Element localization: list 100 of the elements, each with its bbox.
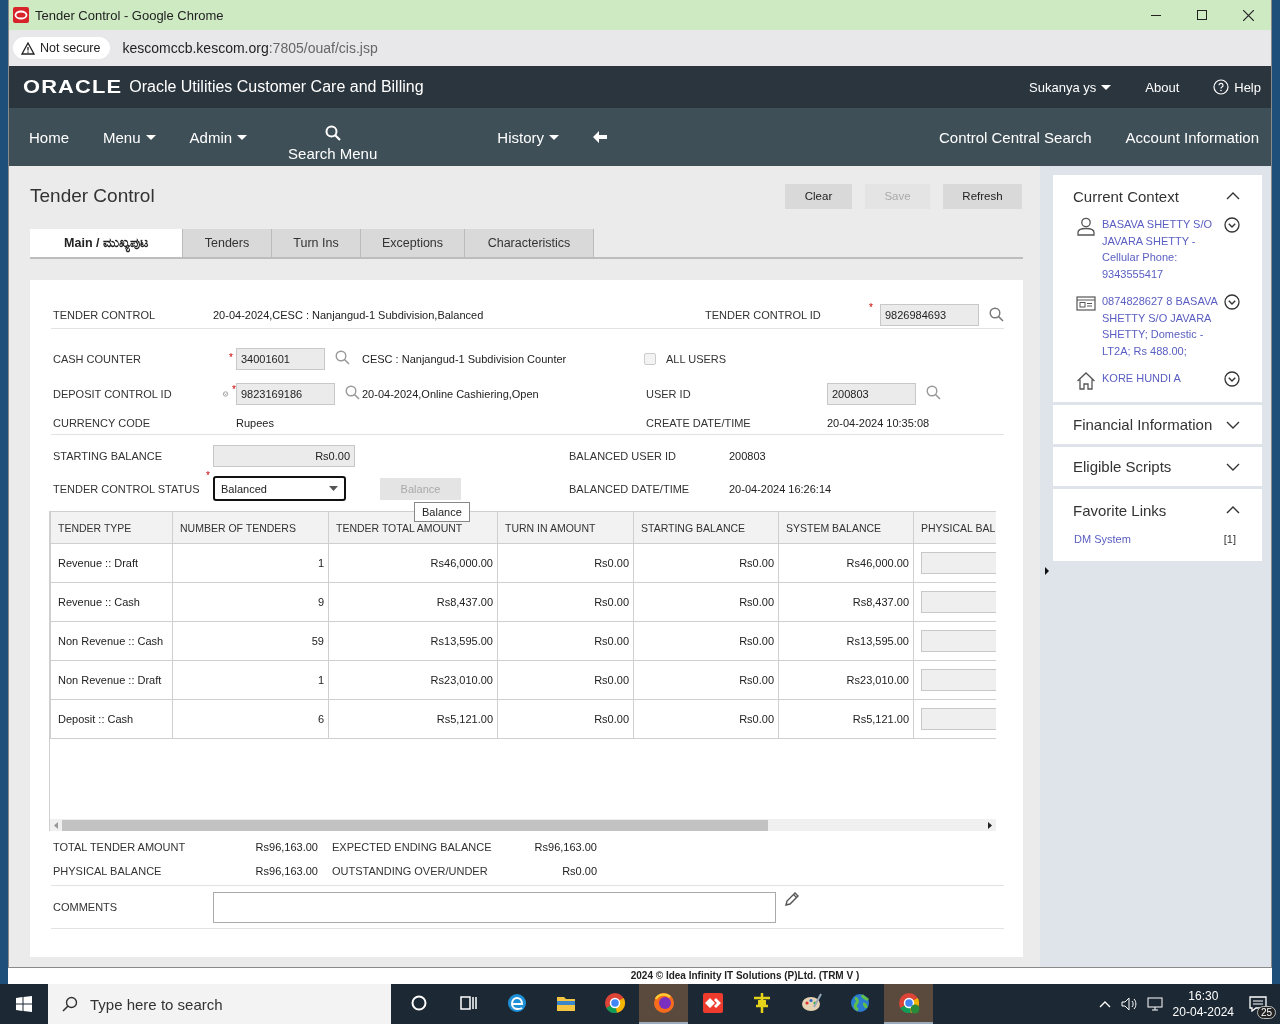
tab[interactable]: Tenders <box>183 229 272 257</box>
expand-arrow-icon[interactable] <box>1044 567 1049 575</box>
tab[interactable]: Characteristics <box>465 229 594 257</box>
network-icon[interactable] <box>1146 997 1163 1011</box>
speaker-icon[interactable] <box>1120 997 1137 1011</box>
field-label: EXPECTED ENDING BALANCE <box>331 841 493 853</box>
context-link[interactable]: 0874828627 8 BASAVA SHETTY S/O JAVARA SHETTY; Domestic - LT2A; Rs 488.00; <box>1096 293 1224 359</box>
table-cell: Rs0.00 <box>633 543 779 583</box>
history-menu[interactable]: History <box>497 128 559 146</box>
table-cell: Rs13,595.00 <box>778 621 914 661</box>
user-menu[interactable]: Sukanya ys <box>1029 79 1112 95</box>
status-dropdown[interactable]: Balanced <box>213 476 346 501</box>
required-mark: * <box>229 352 234 363</box>
back-arrow-icon[interactable] <box>592 131 607 143</box>
nav-link[interactable]: Account Information <box>1125 128 1259 146</box>
field-label: TOTAL TENDER AMOUNT <box>52 841 187 853</box>
search-icon[interactable] <box>345 385 360 400</box>
nav-menu-item[interactable]: Home <box>29 128 69 146</box>
tab[interactable]: Main / ಮುಖ್ಯಪುಟ <box>30 229 183 257</box>
search-icon <box>324 124 341 141</box>
chevron-up-icon[interactable] <box>1226 192 1240 200</box>
chevron-down-icon[interactable] <box>1226 420 1240 429</box>
action-button[interactable]: Clear <box>785 183 852 209</box>
comments-field[interactable] <box>213 891 776 923</box>
action-button[interactable]: Refresh <box>943 183 1022 209</box>
table-cell: Rs0.00 <box>497 543 634 583</box>
maximize-icon[interactable] <box>1197 10 1207 20</box>
search-icon[interactable] <box>926 385 941 400</box>
required-mark: * <box>206 470 211 481</box>
physical-balance-field[interactable] <box>921 591 996 613</box>
diamond-arrows-icon <box>701 992 724 1014</box>
taskbar-clock[interactable]: 16:30 20-04-2024 <box>1172 988 1234 1020</box>
field-value: 20-04-2024 16:26:14 <box>729 482 833 495</box>
table-cell: Revenue :: Cash <box>50 582 173 622</box>
search-icon[interactable] <box>989 306 1004 322</box>
person-icon <box>1076 217 1096 236</box>
taskbar-search-field[interactable]: Type here to search <box>48 984 391 1024</box>
input-field[interactable]: 9826984693 <box>880 304 979 326</box>
nav-menu-item[interactable]: Admin <box>189 128 248 146</box>
table-cell: Rs23,010.00 <box>778 660 914 700</box>
column-header: STARTING BALANCE <box>633 511 779 544</box>
field-value: 20-04-2024 10:35:08 <box>827 416 931 429</box>
physical-balance-field[interactable] <box>921 669 996 691</box>
field-label: STARTING BALANCE <box>52 449 163 462</box>
about-link[interactable]: About <box>1145 79 1180 95</box>
pencil-icon[interactable] <box>784 891 800 907</box>
tab[interactable]: Turn Ins <box>272 229 361 257</box>
table-cell: Rs5,121.00 <box>778 699 914 739</box>
tab[interactable]: Exceptions <box>361 229 465 257</box>
nav-menu-item[interactable]: Menu <box>103 128 156 146</box>
field-description: CESC : Nanjangud-1 Subdivision Counter <box>362 352 568 365</box>
security-indicator[interactable]: Not secure <box>13 37 111 59</box>
panel-header[interactable]: Favorite Links <box>1053 489 1262 531</box>
column-header: TURN IN AMOUNT <box>497 511 634 544</box>
field-label: DEPOSIT CONTROL ID <box>52 387 173 400</box>
field-value: Rupees <box>236 416 275 429</box>
windows-start-icon[interactable] <box>16 996 32 1012</box>
field-value: Rs96,163.00 <box>254 865 318 877</box>
physical-balance-field[interactable] <box>921 552 996 574</box>
input-field[interactable]: 200803 <box>827 382 916 405</box>
browser-logo-icon <box>13 7 29 23</box>
globe-icon <box>848 992 871 1014</box>
column-header: SYSTEM BALANCE <box>778 511 914 544</box>
table-cell: Rs0.00 <box>497 582 634 622</box>
account-card-icon <box>1076 294 1096 313</box>
house-icon <box>1076 371 1096 390</box>
address-field[interactable]: kescomccb.kescom.org:7805/ouaf/cis.jsp <box>122 40 378 56</box>
search-icon[interactable] <box>335 350 350 365</box>
search-menu-button[interactable]: Search Menu <box>288 112 378 162</box>
close-icon[interactable] <box>1242 9 1254 21</box>
oracle-logo: ORACLE <box>23 76 123 98</box>
table-cell: Rs46,000.00 <box>778 543 914 583</box>
horizontal-scrollbar[interactable] <box>50 819 996 831</box>
column-header: NUMBER OF TENDERS <box>172 511 329 544</box>
input-field[interactable]: 9823169186 <box>236 382 335 405</box>
panel-header[interactable]: Eligible Scripts <box>1053 447 1262 486</box>
browser-e-icon <box>505 992 528 1014</box>
table-cell: Revenue :: Draft <box>50 543 173 583</box>
physical-balance-field[interactable] <box>921 630 996 652</box>
table-cell: 59 <box>172 621 329 661</box>
input-field[interactable]: Rs0.00 <box>213 444 355 467</box>
context-link[interactable]: KORE HUNDI A <box>1096 370 1224 390</box>
chrome-icon <box>603 992 626 1014</box>
table-cell: Rs5,121.00 <box>328 699 498 739</box>
favorite-link[interactable]: DM System <box>1074 533 1131 545</box>
chevron-down-icon[interactable] <box>1226 462 1240 471</box>
help-link[interactable]: Help <box>1213 79 1261 95</box>
physical-balance-field[interactable] <box>921 708 996 730</box>
chevron-up-icon[interactable] <box>1226 506 1240 514</box>
input-field[interactable]: 34001601 <box>236 347 325 370</box>
field-label: PHYSICAL BALANCE <box>52 865 163 877</box>
column-header: TENDER TYPE <box>50 511 173 544</box>
panel-header[interactable]: Financial Information <box>1053 405 1262 444</box>
checkbox[interactable] <box>644 352 656 365</box>
palette-icon <box>799 992 822 1014</box>
nav-link[interactable]: Control Central Search <box>939 128 1092 146</box>
minimize-icon[interactable] <box>1151 14 1161 16</box>
context-link[interactable]: BASAVA SHETTY S/O JAVARA SHETTY - Cellular Phone: 9343555417 <box>1096 216 1224 282</box>
panel-header[interactable]: Current Context <box>1053 175 1262 217</box>
scroll-right-icon[interactable] <box>988 821 992 829</box>
